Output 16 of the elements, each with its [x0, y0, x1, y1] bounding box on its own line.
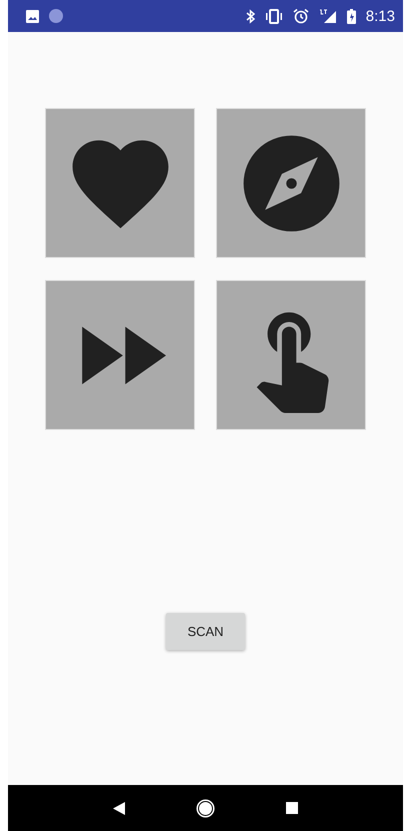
tile-button[interactable]	[216, 280, 366, 430]
vibrate-icon	[264, 8, 283, 24]
clock-time: 8:13	[366, 8, 395, 24]
tile-button[interactable]	[216, 108, 366, 258]
back-icon[interactable]	[113, 802, 126, 814]
scan-button[interactable]: SCAN	[166, 613, 245, 650]
bluetooth-icon	[246, 8, 255, 24]
signal-icon	[318, 8, 337, 24]
tile-button[interactable]	[45, 108, 195, 258]
circle-icon	[49, 9, 63, 23]
tile-button[interactable]	[45, 280, 195, 430]
overview-icon[interactable]	[286, 802, 298, 814]
home-icon[interactable]	[196, 798, 215, 818]
image-icon	[26, 10, 39, 22]
alarm-icon	[292, 8, 309, 24]
battery-icon	[346, 8, 356, 24]
